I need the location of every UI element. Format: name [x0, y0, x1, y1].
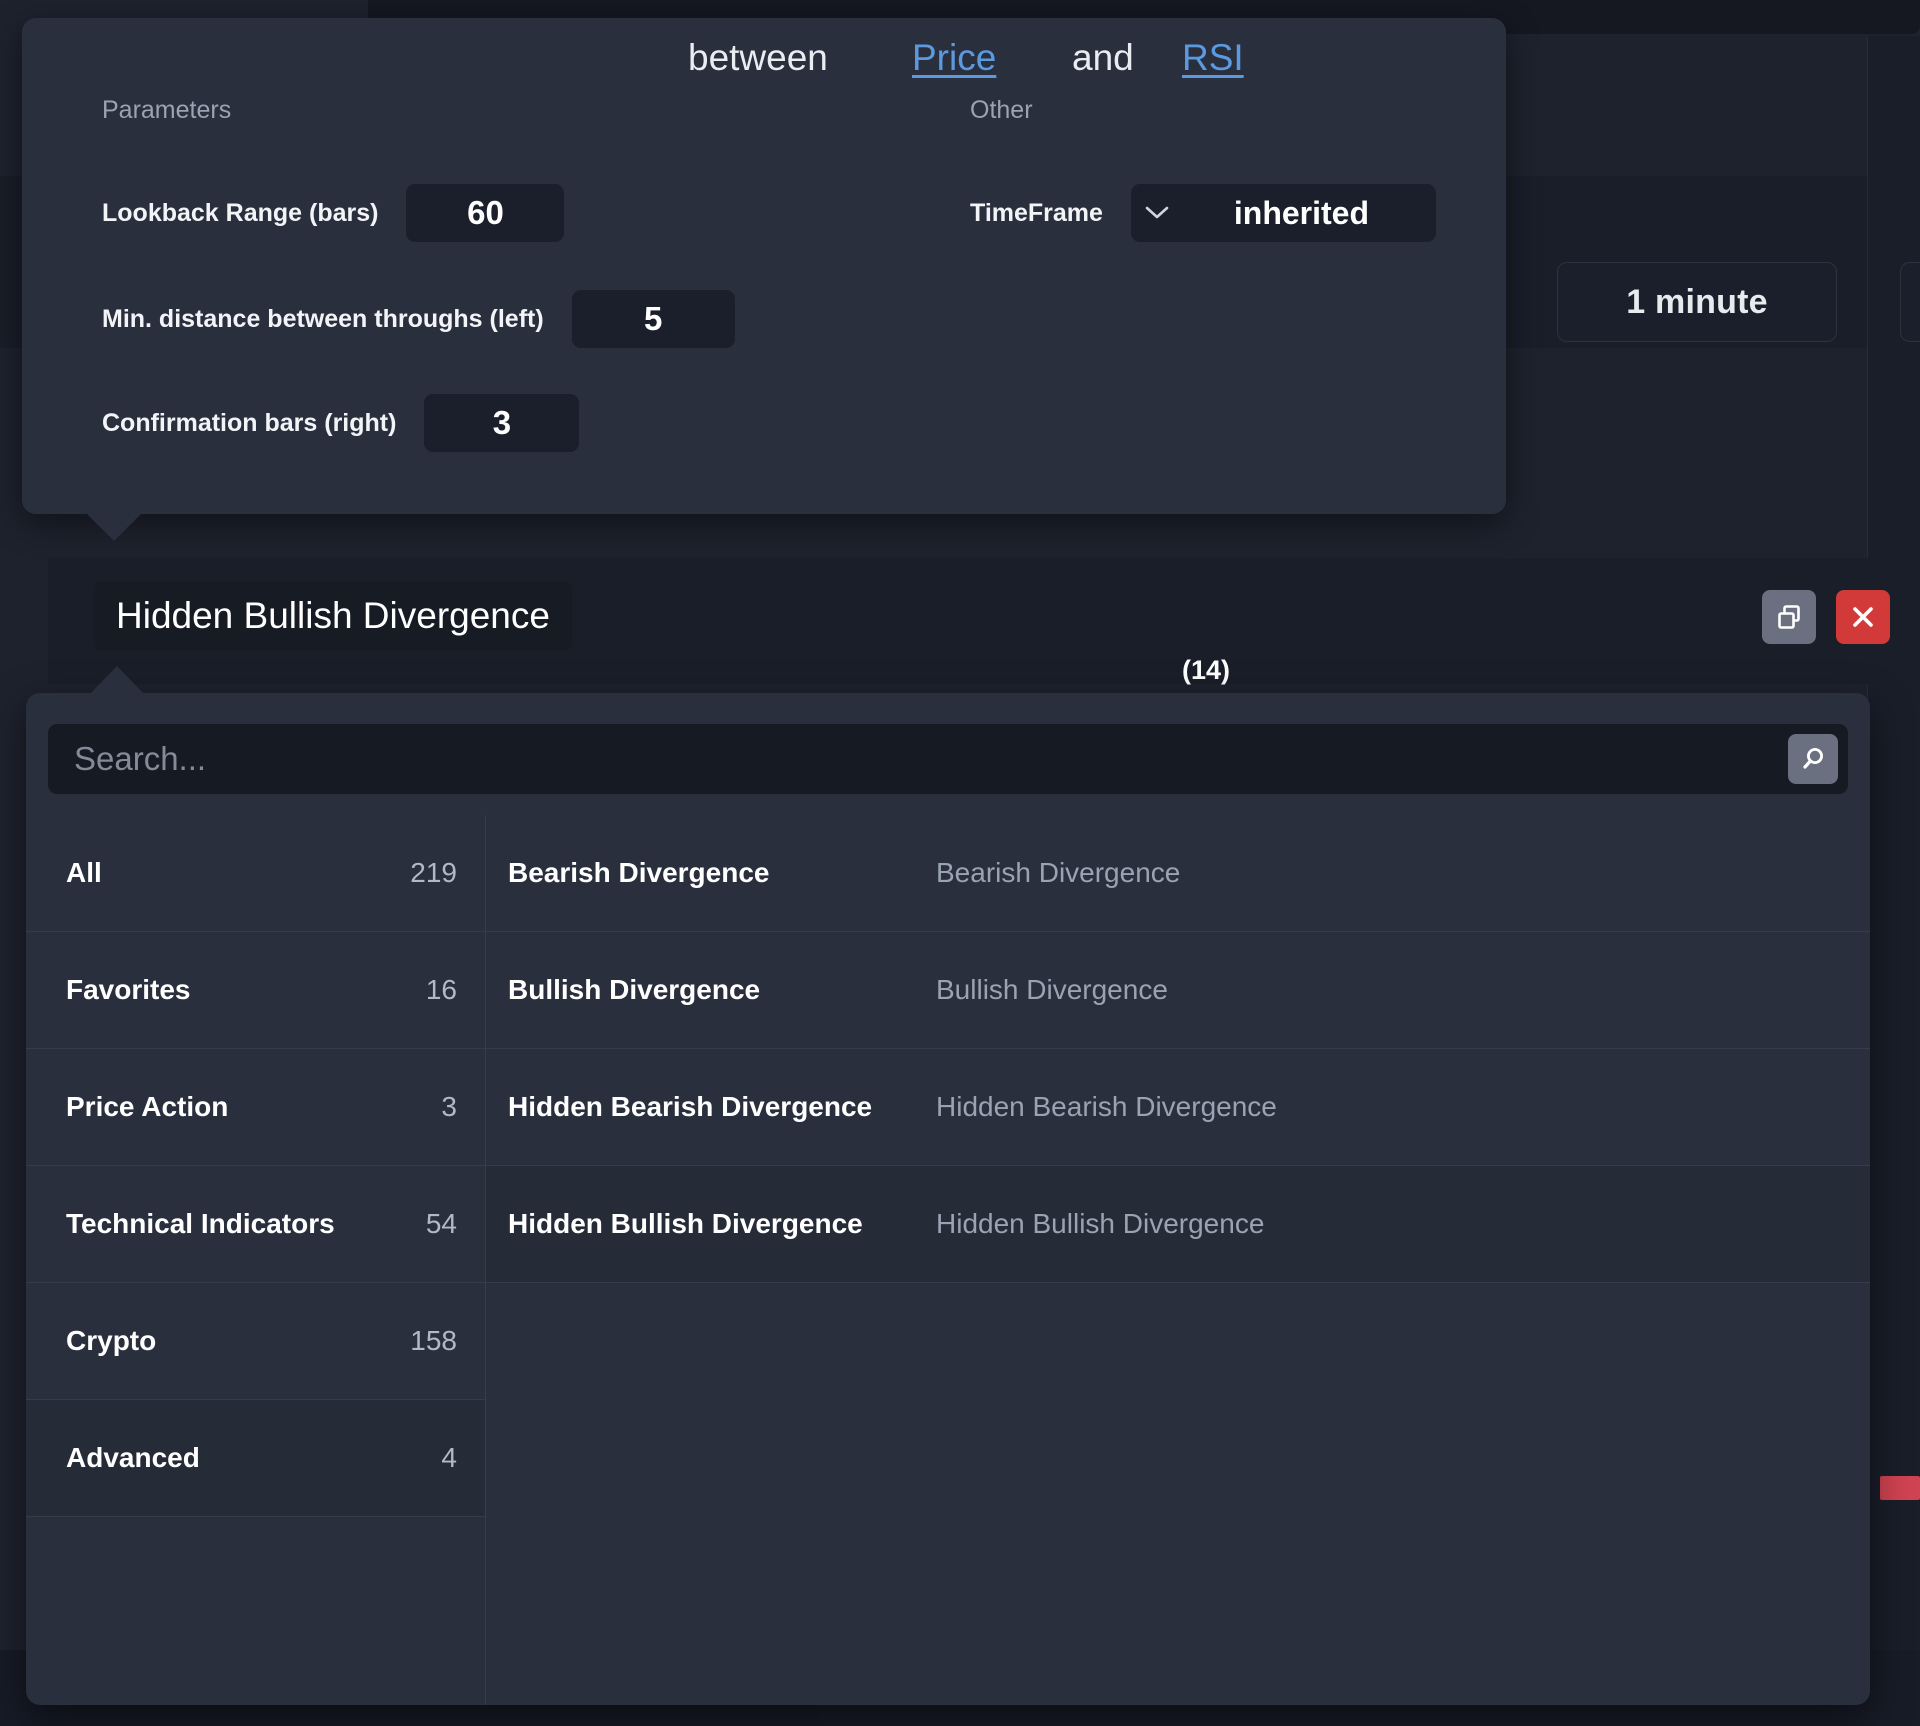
category-item-count: 219	[410, 857, 457, 888]
timeframe-select[interactable]: inherited	[1130, 184, 1436, 242]
category-list: All 219 Favorites 16 Price Action 3 Technical …	[26, 815, 486, 1705]
background-alert-indicator	[1880, 1476, 1920, 1500]
dropdown-arrow	[90, 666, 144, 694]
result-list: Bearish Divergence Bearish Divergence Bull…	[486, 815, 1870, 1705]
result-item[interactable]: Bearish Divergence Bearish Divergence	[486, 815, 1870, 932]
indicator-picker-dropdown: Search... All 219 Favorites 16 Price Action 3…	[26, 693, 1870, 1705]
param-label-timeframe: TimeFrame	[970, 198, 1103, 227]
dropdown-body: All 219 Favorites 16 Price Action 3 Technical …	[26, 815, 1870, 1705]
condition-right-operand-link[interactable]: RSI	[1182, 37, 1244, 79]
chevron-down-icon	[1131, 206, 1183, 220]
condition-row: Hidden Bullish Divergence	[48, 558, 1872, 684]
param-row-timeframe: TimeFrame inherited	[970, 184, 1436, 242]
search-input-wrapper[interactable]: Search...	[48, 724, 1848, 794]
result-item-description: Bearish Divergence	[936, 857, 1181, 888]
category-item-label: Crypto	[66, 1325, 157, 1356]
timeframe-select-value: inherited	[1233, 194, 1369, 231]
result-item[interactable]: Hidden Bullish Divergence Hidden Bullish …	[486, 1166, 1870, 1283]
result-item[interactable]: Hidden Bearish Divergence Hidden Bearish …	[486, 1049, 1870, 1166]
other-column-title: Other	[970, 96, 1033, 124]
timeframe-chip-secondary[interactable]	[1900, 262, 1920, 342]
result-item-name: Hidden Bearish Divergence	[508, 1091, 873, 1122]
param-input-lookback[interactable]: 60	[406, 184, 565, 242]
param-row-lookback: Lookback Range (bars) 60	[102, 184, 565, 242]
result-item-description: Hidden Bullish Divergence	[936, 1208, 1265, 1239]
parameters-tooltip-arrow	[86, 513, 142, 541]
result-item-name: Bullish Divergence	[508, 974, 761, 1005]
search-input[interactable]: Search...	[74, 724, 206, 794]
param-label-confirmation-bars: Confirmation bars (right)	[102, 408, 397, 437]
condition-between-word: between	[688, 37, 828, 78]
result-item-description: Bullish Divergence	[936, 974, 1168, 1005]
category-item[interactable]: All 219	[26, 815, 485, 932]
result-item-name: Hidden Bullish Divergence	[508, 1208, 863, 1239]
condition-right-operand-param: (14)	[1182, 655, 1231, 685]
search-icon[interactable]	[1788, 734, 1838, 784]
category-item-count: 54	[425, 1208, 457, 1239]
category-item-label: Favorites	[66, 974, 191, 1005]
app-root: 1 minute Parameters Other Lookback Range…	[0, 0, 1920, 1726]
category-item-count: 4	[441, 1442, 457, 1473]
category-item-label: Price Action	[66, 1091, 229, 1122]
category-item[interactable]: Advanced 4	[26, 1400, 485, 1517]
copy-icon[interactable]	[1762, 590, 1816, 644]
param-input-min-distance[interactable]: 5	[571, 290, 735, 348]
param-input-confirmation-bars[interactable]: 3	[424, 394, 580, 452]
parameters-column-title: Parameters	[102, 96, 232, 124]
category-item-label: Advanced	[66, 1442, 200, 1473]
parameters-tooltip-panel: Parameters Other Lookback Range (bars) 6…	[22, 18, 1506, 514]
result-item-description: Hidden Bearish Divergence	[936, 1091, 1277, 1122]
category-item[interactable]: Crypto 158	[26, 1283, 485, 1400]
condition-left-operand-link[interactable]: Price	[912, 37, 996, 79]
param-label-lookback: Lookback Range (bars)	[102, 198, 379, 227]
condition-and-word: and	[1072, 37, 1134, 78]
condition-type-chip[interactable]: Hidden Bullish Divergence	[94, 581, 572, 651]
category-item-count: 3	[441, 1091, 457, 1122]
result-item-name: Bearish Divergence	[508, 857, 770, 888]
param-label-min-distance: Min. distance between throughs (left)	[102, 304, 544, 333]
category-item-count: 16	[425, 974, 457, 1005]
close-icon[interactable]	[1836, 590, 1890, 644]
category-item-label: All	[66, 857, 102, 888]
category-item[interactable]: Favorites 16	[26, 932, 485, 1049]
timeframe-chip[interactable]: 1 minute	[1557, 262, 1837, 342]
category-item[interactable]: Technical Indicators 54	[26, 1166, 485, 1283]
category-item[interactable]: Price Action 3	[26, 1049, 485, 1166]
param-row-min-distance: Min. distance between throughs (left) 5	[102, 290, 735, 348]
param-row-confirmation-bars: Confirmation bars (right) 3	[102, 394, 580, 452]
result-item[interactable]: Bullish Divergence Bullish Divergence	[486, 932, 1870, 1049]
category-item-count: 158	[410, 1325, 457, 1356]
category-item-label: Technical Indicators	[66, 1208, 335, 1239]
